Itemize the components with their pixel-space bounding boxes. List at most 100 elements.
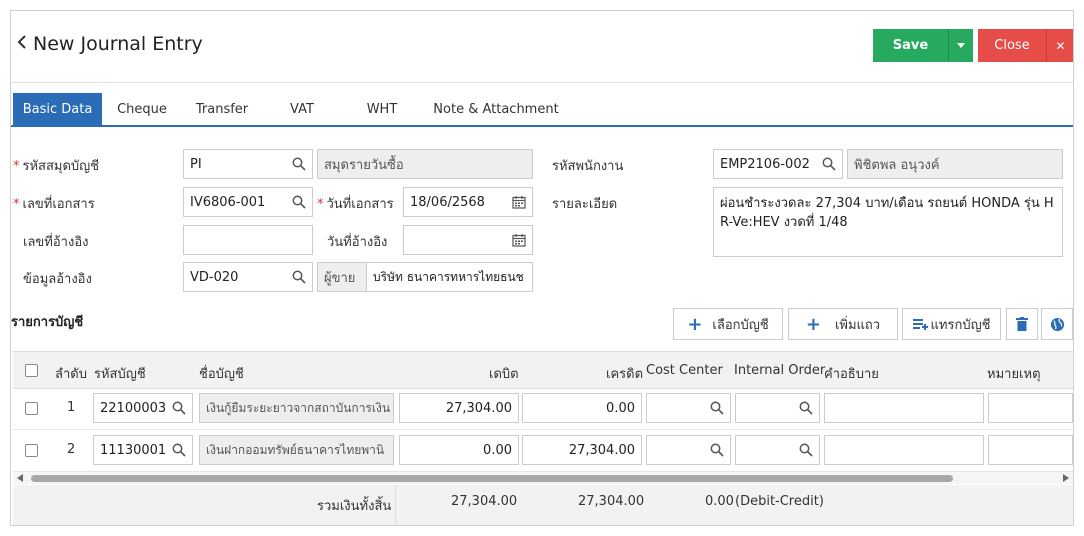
- row-checkbox[interactable]: [25, 402, 38, 415]
- ref-data-input[interactable]: VD-020: [183, 262, 313, 292]
- search-icon[interactable]: [172, 401, 186, 415]
- section-title: รายการบัญชี: [11, 315, 84, 330]
- account-name-field: เงินฝากออมทรัพย์ธนาคารไทยพานิ: [199, 435, 394, 465]
- ref-data-label: ข้อมูลอ้างอิง: [23, 272, 92, 287]
- tab-wht[interactable]: WHT: [346, 93, 418, 125]
- book-code-label: * รหัสสมุดบัญชี: [13, 159, 100, 174]
- detail-textarea[interactable]: ผ่อนชำระงวดละ 27,304 บาท/เดือน รถยนต์ HO…: [713, 187, 1063, 257]
- tab-transfer[interactable]: Transfer: [186, 93, 258, 125]
- employee-name-field: พิชิตพล อนุวงค์: [847, 149, 1063, 179]
- search-icon[interactable]: [799, 401, 813, 415]
- doc-date-input[interactable]: 18/06/2568: [403, 187, 533, 217]
- journal-entry-window: New Journal Entry Save Close ✕ Basic Dat…: [10, 10, 1074, 526]
- plus-icon: +: [805, 313, 821, 335]
- internal-order-input[interactable]: [735, 393, 820, 423]
- employee-code-label: รหัสพนักงาน: [552, 159, 624, 174]
- debit-input[interactable]: 27,304.00: [399, 393, 519, 423]
- credit-input[interactable]: 27,304.00: [522, 435, 642, 465]
- total-diff: 0.00: [705, 494, 734, 509]
- book-code-input[interactable]: PI: [183, 149, 313, 179]
- delete-button[interactable]: [1006, 308, 1038, 340]
- tab-bar: Basic Data Cheque Transfer VAT WHT Note …: [11, 93, 1073, 127]
- search-icon[interactable]: [799, 443, 813, 457]
- scroll-right-icon[interactable]: [1063, 474, 1069, 482]
- insert-list-icon: [912, 319, 928, 330]
- table-header: ลำดับ รหัสบัญชี ชื่อบัญชี เดบิต เครดิต C…: [13, 351, 1073, 389]
- account-code-input[interactable]: 22100003: [93, 393, 193, 423]
- select-account-button[interactable]: + เลือกบัญชี: [673, 308, 783, 340]
- search-icon[interactable]: [172, 443, 186, 457]
- credit-input[interactable]: 0.00: [522, 393, 642, 423]
- calendar-icon[interactable]: [512, 233, 526, 247]
- close-icon[interactable]: ✕: [1046, 29, 1073, 62]
- table-row: 2 11130001 เงินฝากออมทรัพย์ธนาคารไทยพานิ…: [13, 430, 1073, 472]
- horizontal-scrollbar[interactable]: [13, 472, 1073, 484]
- book-name-field: สมุดรายวันซื้อ: [317, 149, 533, 179]
- tab-vat[interactable]: VAT: [266, 93, 338, 125]
- cost-center-input[interactable]: [646, 435, 731, 465]
- select-all-checkbox[interactable]: [25, 364, 38, 377]
- col-account-code: รหัสบัญชี: [94, 367, 146, 382]
- tab-basic-data[interactable]: Basic Data: [13, 93, 102, 125]
- search-icon[interactable]: [292, 157, 306, 171]
- col-seq: ลำดับ: [55, 367, 87, 382]
- tab-note-attachment[interactable]: Note & Attachment: [431, 93, 561, 125]
- save-button[interactable]: Save: [873, 29, 948, 62]
- col-description: คำอธิบาย: [824, 367, 879, 382]
- cost-center-input[interactable]: [646, 393, 731, 423]
- scroll-left-icon[interactable]: [17, 474, 23, 482]
- vendor-name-field: บริษัท ธนาคารทหารไทยธนช: [366, 262, 533, 292]
- header: New Journal Entry Save Close ✕: [11, 11, 1073, 83]
- vendor-label: ผู้ขาย: [317, 262, 367, 292]
- globe-button[interactable]: [1041, 308, 1073, 340]
- total-debit: 27,304.00: [451, 494, 518, 509]
- account-name-field: เงินกู้ยืมระยะยาวจากสถาบันการเงิน: [199, 393, 394, 423]
- note-input[interactable]: [988, 393, 1073, 423]
- total-diff-label: (Debit-Credit): [735, 494, 824, 509]
- description-input[interactable]: [824, 393, 984, 423]
- search-icon[interactable]: [292, 195, 306, 209]
- tab-cheque[interactable]: Cheque: [106, 93, 178, 125]
- back-icon[interactable]: [17, 33, 27, 54]
- plus-icon: +: [687, 313, 703, 335]
- internal-order-input[interactable]: [735, 435, 820, 465]
- trash-icon: [1016, 317, 1028, 331]
- save-dropdown-button[interactable]: [948, 29, 973, 62]
- doc-no-label: * เลขที่เอกสาร: [13, 197, 95, 212]
- detail-label: รายละเอียด: [552, 197, 618, 212]
- col-debit: เดบิต: [489, 367, 519, 382]
- search-icon[interactable]: [710, 443, 724, 457]
- total-label: รวมเงินทั้งสิ้น: [317, 499, 392, 514]
- ref-no-label: เลขที่อ้างอิง: [23, 235, 89, 250]
- ref-no-input[interactable]: [183, 225, 313, 255]
- close-button[interactable]: Close: [978, 29, 1046, 62]
- scrollbar-thumb[interactable]: [31, 475, 953, 482]
- table-row: 1 22100003 เงินกู้ยืมระยะยาวจากสถาบันการ…: [13, 388, 1073, 430]
- insert-account-button[interactable]: แทรกบัญชี: [902, 308, 1001, 340]
- account-code-input[interactable]: 11130001: [93, 435, 193, 465]
- search-icon[interactable]: [710, 401, 724, 415]
- caret-down-icon: [957, 43, 965, 48]
- page-title: New Journal Entry: [33, 33, 203, 55]
- add-row-button[interactable]: + เพิ่มแถว: [788, 308, 898, 340]
- table-footer: รวมเงินทั้งสิ้น 27,304.00 27,304.00 0.00…: [13, 485, 1073, 525]
- col-account-name: ชื่อบัญชี: [199, 367, 244, 382]
- calendar-icon[interactable]: [512, 195, 526, 209]
- col-note: หมายเหตุ: [987, 367, 1041, 382]
- doc-no-input[interactable]: IV6806-001: [183, 187, 313, 217]
- row-checkbox[interactable]: [25, 444, 38, 457]
- ref-date-input[interactable]: [403, 225, 533, 255]
- col-internal-order: Internal Order: [734, 363, 826, 378]
- total-credit: 27,304.00: [578, 494, 645, 509]
- col-credit: เครดิต: [606, 367, 644, 382]
- search-icon[interactable]: [292, 270, 306, 284]
- search-icon[interactable]: [822, 157, 836, 171]
- employee-code-input[interactable]: EMP2106-002: [713, 149, 843, 179]
- doc-date-label: * วันที่เอกสาร: [317, 197, 394, 212]
- description-input[interactable]: [824, 435, 984, 465]
- debit-input[interactable]: 0.00: [399, 435, 519, 465]
- row-seq: 2: [67, 442, 76, 457]
- note-input[interactable]: [988, 435, 1073, 465]
- col-cost-center: Cost Center: [646, 363, 723, 378]
- row-seq: 1: [67, 400, 76, 415]
